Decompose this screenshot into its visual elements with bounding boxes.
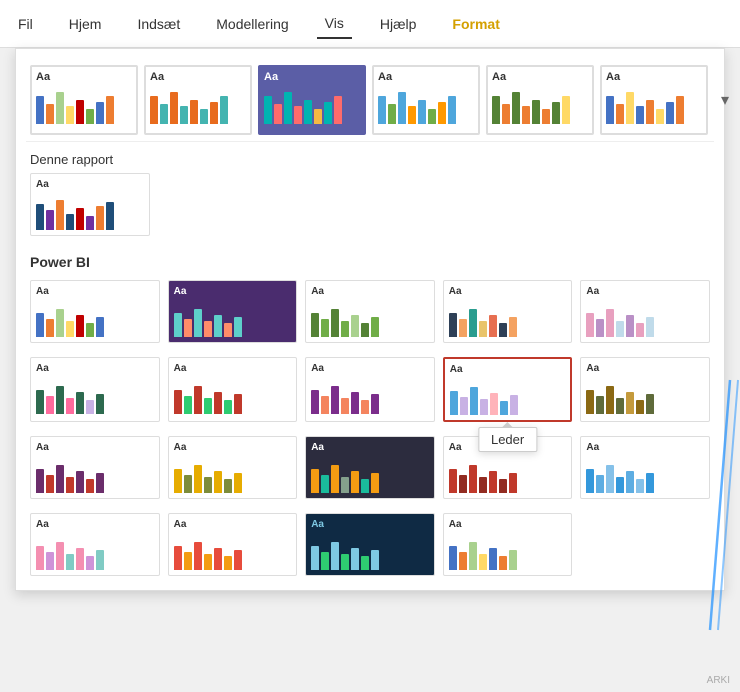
theme-thumb-4[interactable]: Aa bbox=[372, 65, 480, 135]
theme-thumb-5[interactable]: Aa bbox=[486, 65, 594, 135]
theme-grid-row4: Aa Aa bbox=[26, 509, 714, 580]
theme-thumb-2[interactable]: Aa bbox=[144, 65, 252, 135]
theme-card-2[interactable]: Aa bbox=[168, 280, 298, 343]
this-report-theme[interactable]: Aa bbox=[30, 173, 150, 236]
menu-indsaet[interactable]: Indsæt bbox=[129, 10, 188, 38]
theme-thumb-6[interactable]: Aa bbox=[600, 65, 708, 135]
arkiv-label: ARKI bbox=[707, 675, 730, 686]
mini-chart-5 bbox=[492, 86, 588, 124]
menu-hjaelp[interactable]: Hjælp bbox=[372, 10, 425, 38]
theme-card-6[interactable]: Aa bbox=[30, 357, 160, 422]
theme-card-14[interactable]: Aa bbox=[443, 436, 573, 499]
theme-card-5[interactable]: Aa bbox=[580, 280, 710, 343]
theme-card-18[interactable]: Aa bbox=[305, 513, 435, 576]
mini-chart-4 bbox=[378, 86, 474, 124]
theme-thumb-1[interactable]: Aa bbox=[30, 65, 138, 135]
theme-card-16[interactable]: Aa bbox=[30, 513, 160, 576]
theme-thumb-3[interactable]: Aa bbox=[258, 65, 366, 135]
menu-hjem[interactable]: Hjem bbox=[61, 10, 110, 38]
theme-card-15[interactable]: Aa bbox=[580, 436, 710, 499]
menu-bar: Fil Hjem Indsæt Modellering Vis Hjælp Fo… bbox=[0, 0, 740, 48]
theme-card-17[interactable]: Aa bbox=[168, 513, 298, 576]
theme-card-8[interactable]: Aa bbox=[305, 357, 435, 422]
featured-themes-row: Aa Aa bbox=[26, 59, 714, 142]
theme-card-7[interactable]: Aa bbox=[168, 357, 298, 422]
theme-panel: Aa Aa bbox=[15, 48, 725, 591]
bottom-bar: ARKI bbox=[0, 668, 740, 692]
theme-card-12[interactable]: Aa bbox=[168, 436, 298, 499]
theme-card-9-leder[interactable]: Aa Leder bbox=[443, 357, 573, 422]
theme-card-11[interactable]: Aa bbox=[30, 436, 160, 499]
menu-format[interactable]: Format bbox=[444, 10, 507, 38]
theme-card-4[interactable]: Aa bbox=[443, 280, 573, 343]
menu-vis[interactable]: Vis bbox=[317, 9, 352, 39]
menu-fil[interactable]: Fil bbox=[10, 10, 41, 38]
theme-grid-row2: Aa Aa bbox=[26, 353, 714, 426]
theme-card-13[interactable]: Aa bbox=[305, 436, 435, 499]
theme-card-10[interactable]: Aa bbox=[580, 357, 710, 422]
this-report-chart bbox=[36, 192, 144, 230]
theme-grid-row3: Aa Aa bbox=[26, 432, 714, 503]
theme-card-1[interactable]: Aa bbox=[30, 280, 160, 343]
section-power-bi-label: Power BI bbox=[26, 244, 714, 276]
scroll-down-button[interactable]: ▾ bbox=[714, 89, 736, 111]
menu-modellering[interactable]: Modellering bbox=[208, 10, 296, 38]
mini-chart-2 bbox=[150, 86, 246, 124]
mini-chart-3 bbox=[264, 86, 360, 124]
mini-chart-6 bbox=[606, 86, 702, 124]
theme-grid-row1: Aa Aa bbox=[26, 276, 714, 347]
theme-card-19[interactable]: Aa bbox=[443, 513, 573, 576]
decoration-lines bbox=[710, 380, 740, 630]
mini-chart-1 bbox=[36, 86, 132, 124]
section-this-report-label: Denne rapport bbox=[26, 142, 714, 173]
theme-card-3[interactable]: Aa bbox=[305, 280, 435, 343]
